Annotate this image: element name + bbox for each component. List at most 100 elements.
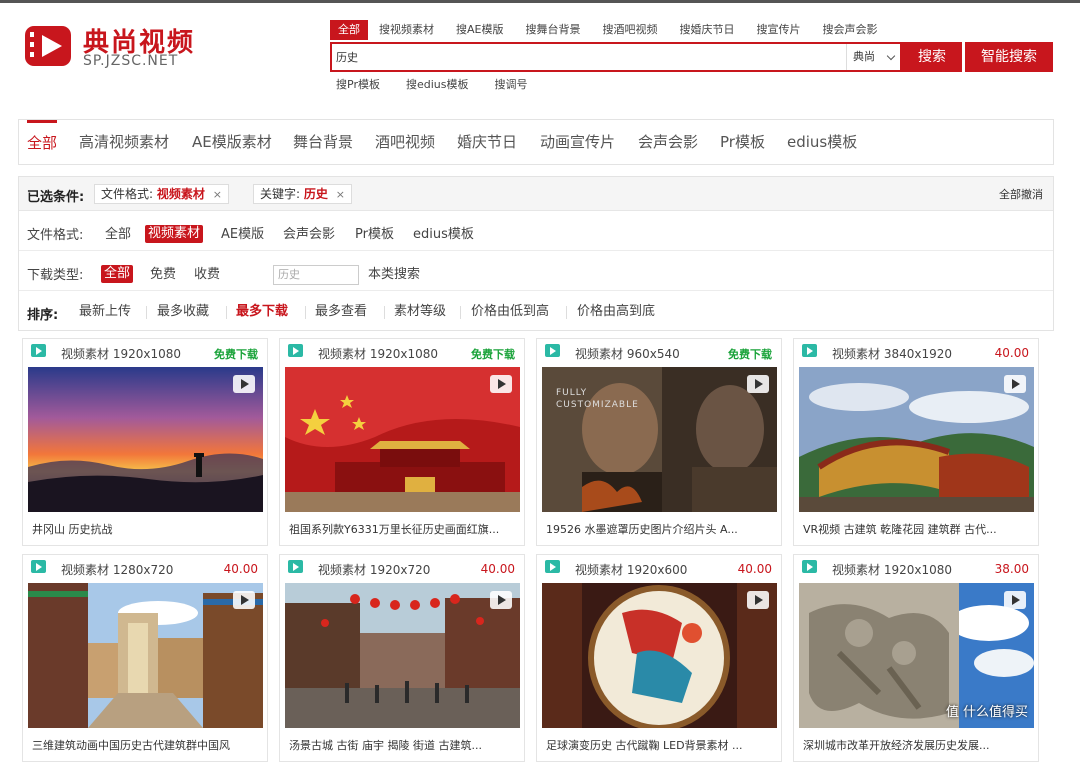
card-title[interactable]: 井冈山 历史抗战 [32, 521, 260, 537]
card-thumbnail[interactable] [799, 367, 1034, 512]
category-search-input[interactable]: 历史 [273, 265, 359, 285]
search-tab-bar[interactable]: 搜酒吧视频 [591, 20, 668, 40]
download-option-free[interactable]: 免费 [150, 266, 176, 284]
search-tab-huisheng[interactable]: 搜会声会影 [811, 20, 888, 40]
sort-grade[interactable]: 素材等级 [394, 294, 446, 330]
search-tab-ae[interactable]: 搜AE模版 [445, 20, 514, 40]
card-thumbnail[interactable] [28, 367, 263, 512]
smart-search-button[interactable]: 智能搜索 [965, 42, 1053, 72]
format-option-ae[interactable]: AE模版 [221, 226, 264, 244]
video-card[interactable]: 视频素材 3840x1920 40.00 VR视频 古建筑 乾隆花园 建筑群 古… [793, 338, 1039, 546]
category-pr[interactable]: Pr模板 [720, 120, 765, 164]
card-format: 视频素材 1920x720 [318, 563, 431, 577]
card-title[interactable]: 汤景古城 古街 庙宇 揭陵 街道 古建筑... [289, 737, 517, 753]
category-wedding[interactable]: 婚庆节日 [457, 120, 517, 164]
sunset-mountain-image [28, 367, 263, 512]
sort-most-downloaded[interactable]: 最多下载 [236, 294, 288, 330]
condition-chip-keyword[interactable]: 关键字: 历史 × [253, 184, 352, 204]
search-input[interactable] [332, 44, 847, 70]
clear-all-link[interactable]: 全部撤消 [999, 186, 1043, 202]
format-option-edius[interactable]: edius模板 [413, 226, 474, 244]
card-title[interactable]: VR视频 古建筑 乾隆花园 建筑群 古代... [803, 521, 1031, 537]
search-tab-all[interactable]: 全部 [330, 20, 368, 40]
category-search-button[interactable]: 本类搜索 [368, 266, 420, 284]
card-format: 视频素材 1920x600 [575, 563, 688, 577]
video-card[interactable]: 视频素材 1920x1080 免费下载 井冈山 历史抗战 [22, 338, 268, 546]
category-animation[interactable]: 动画宣传片 [540, 120, 615, 164]
search-tab-stage[interactable]: 搜舞台背景 [514, 20, 591, 40]
card-title[interactable]: 深圳城市改革开放经济发展历史发展... [803, 737, 1031, 753]
sub-link-tune[interactable]: 搜调号 [494, 76, 527, 92]
card-title[interactable]: 三维建筑动画中国历史古代建筑群中国风 [32, 737, 260, 753]
card-thumbnail[interactable] [285, 367, 520, 512]
sort-newest[interactable]: 最新上传 [79, 294, 131, 330]
card-price[interactable]: 免费下载 [214, 346, 258, 362]
card-price[interactable]: 38.00 [995, 562, 1029, 576]
card-price[interactable]: 免费下载 [471, 346, 515, 362]
sort-most-favorited[interactable]: 最多收藏 [157, 294, 209, 330]
search-button[interactable]: 搜索 [902, 42, 962, 72]
card-format: 视频素材 960x540 [575, 347, 680, 361]
card-title[interactable]: 19526 水墨遮罩历史图片介绍片头 A... [546, 521, 774, 537]
play-icon[interactable] [233, 591, 255, 609]
search-tab-video[interactable]: 搜视频素材 [368, 20, 445, 40]
video-card[interactable]: 视频素材 1920x1080 免费下载 祖国系列款Y6331万里长征历史画面红旗… [279, 338, 525, 546]
play-icon[interactable] [747, 375, 769, 393]
card-title[interactable]: 足球演变历史 古代蹴鞠 LED背景素材 ... [546, 737, 774, 753]
category-edius[interactable]: edius模板 [787, 120, 857, 164]
sub-link-pr[interactable]: 搜Pr模板 [336, 76, 380, 92]
card-price[interactable]: 40.00 [995, 346, 1029, 360]
card-format: 视频素材 1920x1080 [318, 347, 438, 361]
video-icon [802, 344, 817, 357]
card-price[interactable]: 免费下载 [728, 346, 772, 362]
category-huisheng[interactable]: 会声会影 [638, 120, 698, 164]
card-price[interactable]: 40.00 [481, 562, 515, 576]
play-icon[interactable] [490, 375, 512, 393]
sort-price-asc[interactable]: 价格由低到高 [471, 294, 549, 330]
sort-most-viewed[interactable]: 最多查看 [315, 294, 367, 330]
card-price[interactable]: 40.00 [224, 562, 258, 576]
video-icon [288, 560, 303, 573]
close-icon[interactable]: × [213, 188, 222, 201]
category-ae[interactable]: AE模版素材 [192, 120, 272, 164]
video-card[interactable]: 视频素材 1920x720 40.00 汤景古城 古街 庙宇 揭陵 街道 古建筑… [279, 554, 525, 762]
card-thumbnail[interactable]: 值 什么值得买 [799, 583, 1034, 728]
sort-price-desc[interactable]: 价格由高到底 [577, 294, 655, 330]
play-icon[interactable] [1004, 591, 1026, 609]
search-tab-wedding[interactable]: 搜婚庆节日 [668, 20, 745, 40]
chip-value: 视频素材 [156, 187, 205, 201]
format-option-video[interactable]: 视频素材 [145, 225, 204, 243]
video-card[interactable]: 视频素材 1920x1080 38.00 值 什么值得买 深圳城市改革开放经济发… [793, 554, 1039, 762]
divider [460, 306, 461, 319]
download-option-all[interactable]: 全部 [101, 265, 134, 283]
card-thumbnail[interactable] [542, 583, 777, 728]
divider [146, 306, 147, 319]
cuju-stage-image [542, 583, 777, 728]
card-thumbnail[interactable] [28, 583, 263, 728]
card-thumbnail[interactable]: FULLY CUSTOMIZABLE [542, 367, 777, 512]
close-icon[interactable]: × [336, 188, 345, 201]
play-icon[interactable] [1004, 375, 1026, 393]
condition-chip-format[interactable]: 文件格式: 视频素材 × [94, 184, 229, 204]
format-option-all[interactable]: 全部 [105, 226, 131, 244]
download-option-paid[interactable]: 收费 [194, 266, 220, 284]
video-card[interactable]: 视频素材 1280x720 40.00 三维建筑动画中国历史古代建筑群中国风 [22, 554, 268, 762]
video-card[interactable]: 视频素材 960x540 免费下载 FULLY CUSTOMIZABLE 195… [536, 338, 782, 546]
search-tab-promo[interactable]: 搜宣传片 [745, 20, 811, 40]
search-scope-select[interactable]: 典尚 [846, 44, 900, 70]
format-option-pr[interactable]: Pr模板 [355, 226, 394, 244]
format-option-huisheng[interactable]: 会声会影 [283, 226, 335, 244]
site-logo[interactable]: 典尚视频 SP.JZSC.NET [25, 22, 215, 72]
sub-link-edius[interactable]: 搜edius模板 [406, 76, 469, 92]
card-title[interactable]: 祖国系列款Y6331万里长征历史画面红旗... [289, 521, 517, 537]
video-card[interactable]: 视频素材 1920x600 40.00 足球演变历史 古代蹴鞠 LED背景素材 … [536, 554, 782, 762]
category-bar[interactable]: 酒吧视频 [375, 120, 435, 164]
category-stage[interactable]: 舞台背景 [293, 120, 353, 164]
category-all[interactable]: 全部 [27, 120, 58, 164]
card-thumbnail[interactable] [285, 583, 520, 728]
category-hd-video[interactable]: 高清视频素材 [79, 120, 169, 164]
play-icon[interactable] [490, 591, 512, 609]
card-price[interactable]: 40.00 [738, 562, 772, 576]
play-icon[interactable] [747, 591, 769, 609]
play-icon[interactable] [233, 375, 255, 393]
